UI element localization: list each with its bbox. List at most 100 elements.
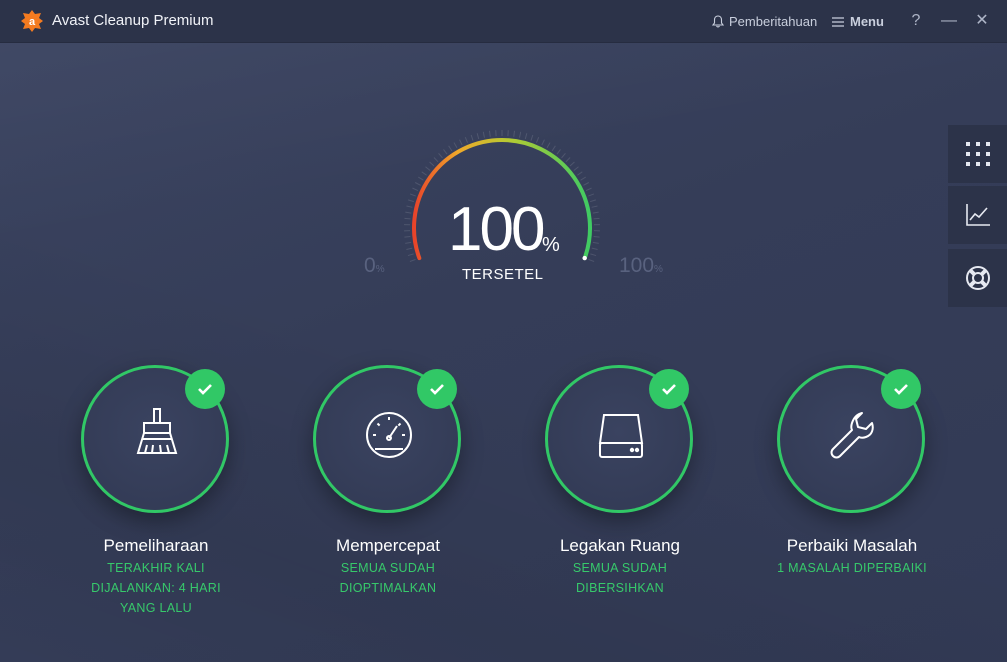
checkmark-icon [198, 384, 212, 395]
tile-description: SEMUA SUDAH DIOPTIMALKAN [268, 558, 508, 598]
tile-description: 1 MASALAH DIPERBAIKI [732, 558, 972, 578]
gauge-tick [409, 258, 416, 262]
gauge-tick [583, 182, 590, 186]
gauge-tick [488, 130, 491, 137]
gauge-tick [561, 152, 566, 159]
gauge-max-unit: % [654, 264, 663, 275]
check-badge [185, 369, 225, 409]
gauge-tick [585, 187, 592, 192]
gauge-tick [591, 205, 598, 208]
gauge-tick [591, 247, 598, 250]
gauge-max-label: 100% [619, 254, 663, 278]
gauge-tick [412, 187, 419, 192]
check-badge [417, 369, 457, 409]
checkmark-icon [662, 384, 676, 395]
gauge-min-number: 0 [364, 254, 376, 277]
gauge-tick [569, 161, 575, 167]
title-bar: a Avast Cleanup Premium Pemberitahuan Me… [0, 0, 1007, 43]
gauge-tick [418, 176, 424, 181]
gauge-tick [405, 241, 412, 244]
gauge-tick [482, 131, 485, 138]
gauge-tick [592, 211, 599, 214]
close-button[interactable]: ✕ [971, 10, 993, 32]
minimize-button[interactable]: — [938, 10, 960, 32]
gauge-tick [459, 139, 463, 146]
gauge-max-number: 100 [619, 254, 655, 277]
hamburger-icon [832, 16, 844, 27]
gauge-min-unit: % [375, 264, 385, 275]
sidebar-item-statistics[interactable] [948, 186, 1007, 244]
gauge-tick [589, 199, 597, 203]
gauge-tick [590, 253, 597, 257]
gauge-tick [593, 236, 600, 238]
gauge-tick [573, 166, 579, 171]
gauge-tick [524, 133, 528, 140]
chart-icon [965, 204, 990, 226]
gauge-tick [409, 193, 416, 197]
grid-icon [965, 142, 990, 166]
gauge-tick [407, 253, 414, 257]
tile-description-line: TERAKHIR KALI [107, 561, 205, 575]
bell-icon [712, 15, 724, 28]
tile-description: SEMUA SUDAH DIBERSIHKAN [500, 558, 740, 598]
tile-description-line: 1 MASALAH DIPERBAIKI [777, 561, 927, 575]
wrench-icon [830, 412, 874, 459]
gauge-tick [448, 145, 453, 152]
gauge-tick [421, 171, 427, 176]
gauge-tick [577, 171, 583, 176]
gauge-tick [593, 217, 600, 220]
gauge-tick [406, 247, 413, 250]
gauge-tick [513, 130, 516, 137]
menu-button[interactable]: Menu [832, 14, 884, 29]
tile-description-line: DIOPTIMALKAN [339, 581, 437, 595]
avast-logo-icon: a [21, 10, 43, 32]
tile-description-line: YANG LALU [120, 601, 192, 615]
app-title: Avast Cleanup Premium [52, 12, 214, 29]
gauge-tick [565, 157, 571, 163]
help-button[interactable]: ? [905, 10, 927, 32]
speedometer-icon [366, 412, 412, 458]
sidebar-item-help[interactable] [948, 249, 1007, 307]
gauge-tick [476, 133, 480, 140]
gauge-tick [406, 205, 413, 208]
gauge-value: 100 [448, 195, 545, 264]
menu-label: Menu [850, 14, 884, 29]
gauge-tick [546, 142, 551, 149]
broom-icon [136, 408, 178, 454]
check-badge [881, 369, 921, 409]
tile-description-line: SEMUA SUDAH [572, 561, 668, 575]
gauge-tick [536, 136, 540, 143]
gauge-tick [551, 145, 556, 152]
svg-text:a: a [29, 16, 36, 28]
gauge-tick [470, 134, 474, 141]
tile-description: TERAKHIR KALI DIJALANKAN: 4 HARI YANG LA… [36, 558, 276, 618]
gauge-tick [414, 182, 421, 186]
gauge-tick [588, 258, 595, 262]
gauge-tick [438, 152, 443, 159]
gauge-tick [429, 161, 435, 167]
tile-description-line: DIJALANKAN: 4 HARI [91, 581, 221, 595]
tile-title: Mempercepat [336, 536, 440, 555]
gauge-tick [404, 217, 411, 220]
gauge-tick [588, 193, 595, 197]
gauge-tick [464, 136, 468, 143]
check-badge [649, 369, 689, 409]
gauge-tick [404, 236, 411, 238]
gauge-tick [592, 241, 599, 244]
gauge-tick [519, 131, 522, 138]
gauge-tick [405, 211, 412, 214]
gauge-tick [580, 176, 586, 181]
sidebar-item-apps[interactable] [948, 125, 1007, 183]
gauge-tick [443, 149, 448, 155]
checkmark-icon [430, 384, 444, 395]
gauge-min-label: 0% [364, 254, 385, 278]
notifications-button[interactable]: Pemberitahuan [712, 14, 817, 29]
gauge-value-unit: % [542, 234, 560, 256]
tile-description-line: DIBERSIHKAN [575, 581, 665, 595]
checkmark-icon [894, 384, 908, 395]
gauge-tick [541, 139, 545, 146]
hard-drive-icon [598, 414, 644, 458]
tile-description-line: SEMUA SUDAH [340, 561, 436, 575]
tile-title: Pemeliharaan [103, 536, 209, 555]
tile-title: Legakan Ruang [559, 536, 681, 555]
